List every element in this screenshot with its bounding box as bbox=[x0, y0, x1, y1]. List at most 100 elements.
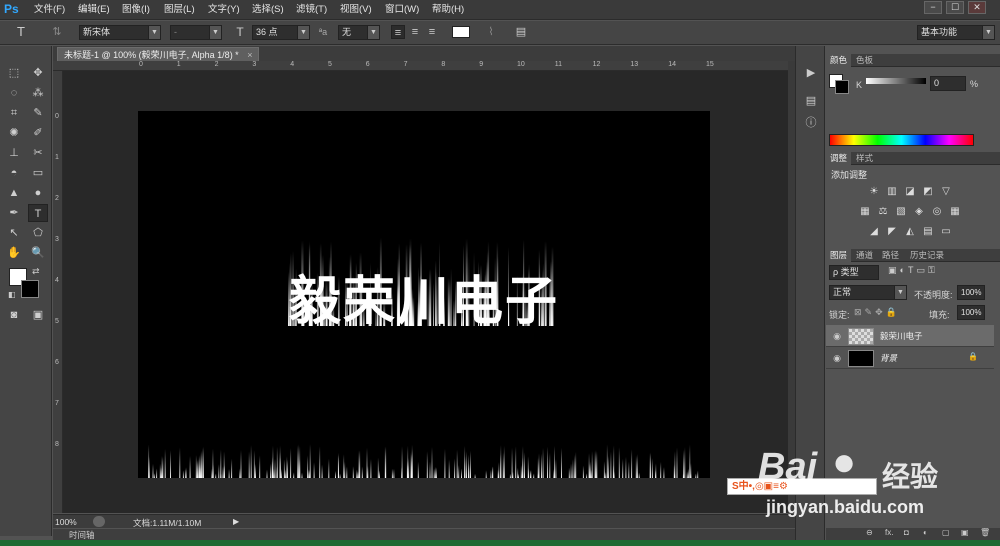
eyedropper-icon[interactable]: ✎ bbox=[28, 104, 48, 122]
layer-name[interactable]: 毅荣川电子 bbox=[880, 330, 923, 342]
close-tab-icon[interactable]: × bbox=[247, 50, 252, 60]
document-tab[interactable]: 未标题-1 @ 100% (毅荣川电子, Alpha 1/8) * × bbox=[57, 47, 260, 61]
hand-icon[interactable]: ✋ bbox=[4, 244, 24, 262]
lasso-icon[interactable]: ◌ bbox=[4, 84, 24, 102]
align-center-icon[interactable]: ≡ bbox=[408, 25, 422, 39]
bw-icon[interactable]: ▧ bbox=[895, 206, 907, 218]
tab-styles[interactable]: 样式 bbox=[852, 152, 877, 165]
layer-mask-icon[interactable]: ◘ bbox=[904, 528, 909, 537]
workspace-select[interactable]: 基本功能 ▼ bbox=[917, 25, 995, 40]
visibility-eye-icon[interactable]: ◉ bbox=[831, 330, 843, 342]
align-right-icon[interactable]: ≡ bbox=[425, 25, 439, 39]
gradient-icon[interactable]: ▭ bbox=[28, 164, 48, 182]
menu-help[interactable]: 帮助(H) bbox=[432, 3, 464, 17]
layer-filter-select[interactable]: ρ 类型 bbox=[829, 265, 879, 280]
antialias-select[interactable]: 无 ▼ bbox=[338, 25, 380, 40]
new-layer-icon[interactable]: ▣ bbox=[961, 528, 969, 537]
lookup-icon[interactable]: ▦ bbox=[949, 206, 961, 218]
layer-name[interactable]: 背景 bbox=[880, 352, 897, 364]
menu-file[interactable]: 文件(F) bbox=[34, 3, 65, 17]
adjustment-layer-icon[interactable]: ◐ bbox=[923, 528, 928, 537]
color-spectrum[interactable] bbox=[829, 134, 974, 146]
k-slider[interactable] bbox=[866, 78, 926, 84]
fx-icon[interactable]: fx. bbox=[885, 528, 893, 537]
text-color-swatch[interactable] bbox=[452, 26, 470, 38]
tab-swatches[interactable]: 色板 bbox=[852, 54, 877, 67]
channel-mixer-icon[interactable]: ◎ bbox=[931, 206, 943, 218]
invert-icon[interactable]: ◢ bbox=[868, 226, 880, 238]
tool-presets-icon[interactable]: ▤ bbox=[803, 94, 819, 108]
opacity-field[interactable]: 100% bbox=[957, 285, 985, 300]
healing-icon[interactable]: ✺ bbox=[4, 124, 24, 142]
font-family-select[interactable]: 新宋体 ▼ bbox=[79, 25, 161, 40]
menu-type[interactable]: 文字(Y) bbox=[208, 3, 240, 17]
posterize-icon[interactable]: ◤ bbox=[886, 226, 898, 238]
marquee-icon[interactable]: ⬚ bbox=[4, 64, 24, 82]
align-left-icon[interactable]: ≡ bbox=[391, 25, 405, 39]
play-icon[interactable]: ▶ bbox=[803, 66, 819, 80]
zoom-icon[interactable]: 🔍 bbox=[28, 244, 48, 262]
tab-channels[interactable]: 通道 bbox=[852, 249, 877, 262]
menu-layer[interactable]: 图层(L) bbox=[164, 3, 195, 17]
character-panel-icon[interactable]: ▤ bbox=[514, 25, 528, 39]
eraser-icon[interactable]: ◓ bbox=[4, 164, 24, 182]
brightness-icon[interactable]: ☀ bbox=[868, 186, 880, 198]
trash-icon[interactable]: 🗑 bbox=[980, 528, 990, 537]
swap-colors-icon[interactable]: ⇄ bbox=[32, 266, 40, 277]
visibility-eye-icon[interactable]: ◉ bbox=[831, 352, 843, 364]
menu-select[interactable]: 选择(S) bbox=[252, 3, 284, 17]
group-icon[interactable]: ▢ bbox=[942, 528, 950, 537]
balance-icon[interactable]: ⚖ bbox=[877, 206, 889, 218]
canvas[interactable]: 毅荣川电子 bbox=[138, 111, 710, 478]
blur-icon[interactable]: ▲ bbox=[4, 184, 24, 202]
move-icon[interactable]: ✥ bbox=[28, 64, 48, 82]
minimize-button[interactable]: − bbox=[924, 1, 942, 14]
link-layers-icon[interactable]: ⊖ bbox=[866, 528, 873, 537]
default-colors-icon[interactable]: ◧ bbox=[8, 290, 16, 299]
quick-mask-icon[interactable]: ◙ bbox=[4, 306, 24, 324]
tab-paths[interactable]: 路径 bbox=[878, 249, 903, 262]
tab-adjustments[interactable]: 调整 bbox=[826, 152, 852, 165]
font-style-select[interactable]: - ▼ bbox=[170, 25, 222, 40]
info-icon[interactable]: ⓘ bbox=[803, 116, 819, 130]
layer-filter-icons[interactable]: ▣◐T▭⚿ bbox=[888, 265, 938, 276]
maximize-button[interactable]: ☐ bbox=[946, 1, 964, 14]
menu-window[interactable]: 窗口(W) bbox=[385, 3, 419, 17]
menu-view[interactable]: 视图(V) bbox=[340, 3, 372, 17]
magic-wand-icon[interactable]: ⁂ bbox=[28, 84, 48, 102]
threshold-icon[interactable]: ◭ bbox=[904, 226, 916, 238]
tab-history[interactable]: 历史记录 bbox=[906, 249, 948, 262]
type-tool-icon[interactable]: T bbox=[14, 25, 28, 39]
vibrance-icon[interactable]: ▽ bbox=[940, 186, 952, 198]
zoom-level[interactable]: 100% bbox=[55, 517, 77, 527]
lock-icons[interactable]: ⊠✎✥🔒 bbox=[854, 307, 900, 318]
curves-icon[interactable]: ◪ bbox=[904, 186, 916, 198]
crop-icon[interactable]: ⌗ bbox=[4, 104, 24, 122]
dodge-icon[interactable]: ● bbox=[28, 184, 48, 202]
menu-filter[interactable]: 滤镜(T) bbox=[296, 3, 327, 17]
gradient-map-icon[interactable]: ▤ bbox=[922, 226, 934, 238]
fill-field[interactable]: 100% bbox=[957, 305, 985, 320]
blend-mode-select[interactable]: 正常 ▼ bbox=[829, 285, 907, 300]
screen-mode-icon[interactable]: ▣ bbox=[28, 306, 48, 324]
toggle-orientation-icon[interactable]: ⇅ bbox=[50, 25, 64, 39]
background-color-swatch[interactable] bbox=[21, 280, 39, 298]
shape-icon[interactable]: ⬠ bbox=[28, 224, 48, 242]
hue-icon[interactable]: ▦ bbox=[859, 206, 871, 218]
history-brush-icon[interactable]: ✂ bbox=[28, 144, 48, 162]
status-menu-arrow-icon[interactable]: ▶ bbox=[233, 517, 239, 526]
panel-background-swatch[interactable] bbox=[835, 80, 849, 94]
font-size-select[interactable]: 36 点 ▼ bbox=[252, 25, 310, 40]
menu-edit[interactable]: 编辑(E) bbox=[78, 3, 110, 17]
selective-color-icon[interactable]: ▭ bbox=[940, 226, 952, 238]
levels-icon[interactable]: ▥ bbox=[886, 186, 898, 198]
k-value-field[interactable]: 0 bbox=[930, 76, 966, 91]
stamp-icon[interactable]: ⊥ bbox=[4, 144, 24, 162]
photo-filter-icon[interactable]: ◈ bbox=[913, 206, 925, 218]
close-button[interactable]: ✕ bbox=[968, 1, 986, 14]
exposure-icon[interactable]: ◩ bbox=[922, 186, 934, 198]
timeline-bar[interactable]: 时间轴 bbox=[53, 529, 795, 540]
layer-row[interactable]: ◉ 毅荣川电子 bbox=[826, 325, 994, 347]
type-icon[interactable]: T bbox=[28, 204, 48, 222]
brush-icon[interactable]: ✐ bbox=[28, 124, 48, 142]
